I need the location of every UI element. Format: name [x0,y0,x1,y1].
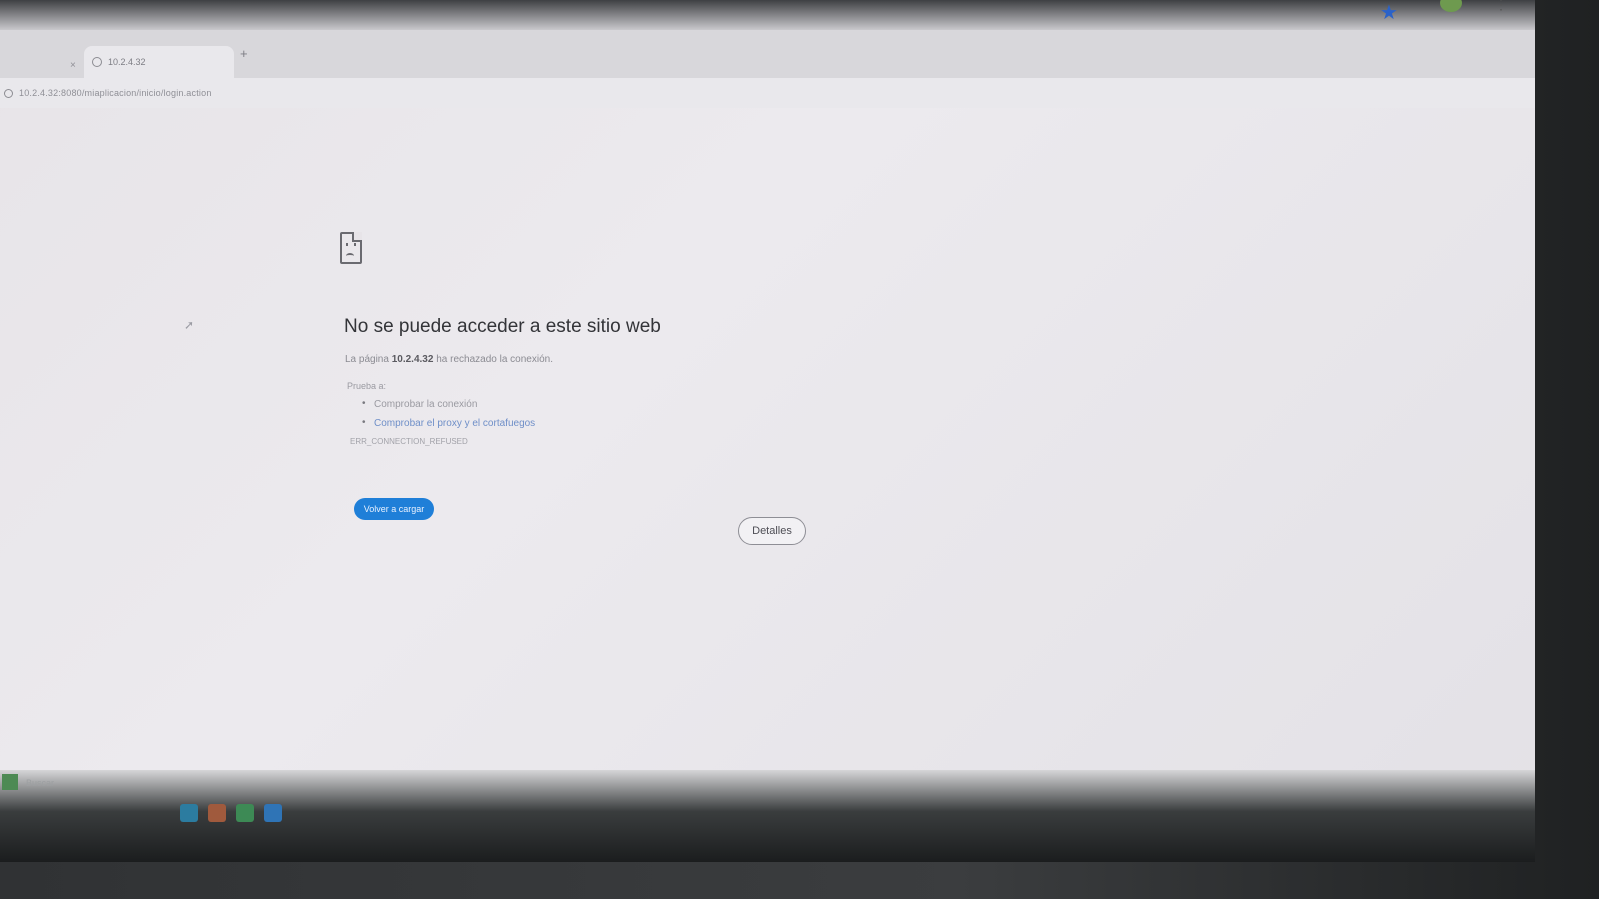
browser-toolbar: 10.2.4.32:8080/miaplicacion/inicio/login… [0,78,1535,108]
address-bar[interactable]: 10.2.4.32:8080/miaplicacion/inicio/login… [4,82,1394,104]
reload-button[interactable]: Volver a cargar [354,498,434,520]
chrome-icon[interactable] [208,804,226,822]
menu-icon[interactable]: ⋮ [1494,0,1508,13]
try-label: Prueba a: [347,381,387,391]
suggestion-check-proxy-link[interactable]: Comprobar el proxy y el cortafuegos [362,417,860,429]
tab-strip: × 10.2.4.32 + [0,30,1535,78]
taskbar-apps [180,804,282,822]
subtitle-prefix: La página [345,354,389,365]
site-info-icon[interactable] [4,88,13,98]
tab-title: 10.2.4.32 [108,57,146,67]
active-tab[interactable]: 10.2.4.32 [84,46,234,78]
taskbar-search[interactable]: Buscar [26,778,54,788]
screen-top-edge [0,0,1535,30]
sad-page-icon [340,232,362,264]
subtitle-suffix: ha rechazado la conexión. [436,354,553,365]
edge-icon[interactable] [180,804,198,822]
start-icon[interactable] [2,774,18,790]
details-button[interactable]: Detalles [738,517,806,545]
mouse-cursor-icon: ➚ [184,318,195,332]
error-subtitle: La página 10.2.4.32 ha rechazado la cone… [345,354,860,365]
error-title: No se puede acceder a este sitio web [344,316,661,337]
new-tab-icon[interactable]: + [240,46,248,61]
excel-icon[interactable] [236,804,254,822]
error-content: No se puede acceder a este sitio web La … [340,232,860,545]
word-icon[interactable] [264,804,282,822]
taskbar: Buscar [0,770,1535,862]
bookmark-star-icon[interactable]: ★ [1380,0,1398,25]
error-code: ERR_CONNECTION_REFUSED [350,437,468,446]
screen: × 10.2.4.32 + 10.2.4.32:8080/miaplicacio… [0,0,1535,862]
error-host: 10.2.4.32 [391,354,434,365]
close-tab-icon[interactable]: × [70,60,76,71]
suggestion-list: Comprobar la conexión Comprobar el proxy… [362,398,860,429]
url-text: 10.2.4.32:8080/miaplicacion/inicio/login… [19,88,212,98]
suggestion-check-connection: Comprobar la conexión [362,398,860,410]
globe-icon [92,57,102,67]
